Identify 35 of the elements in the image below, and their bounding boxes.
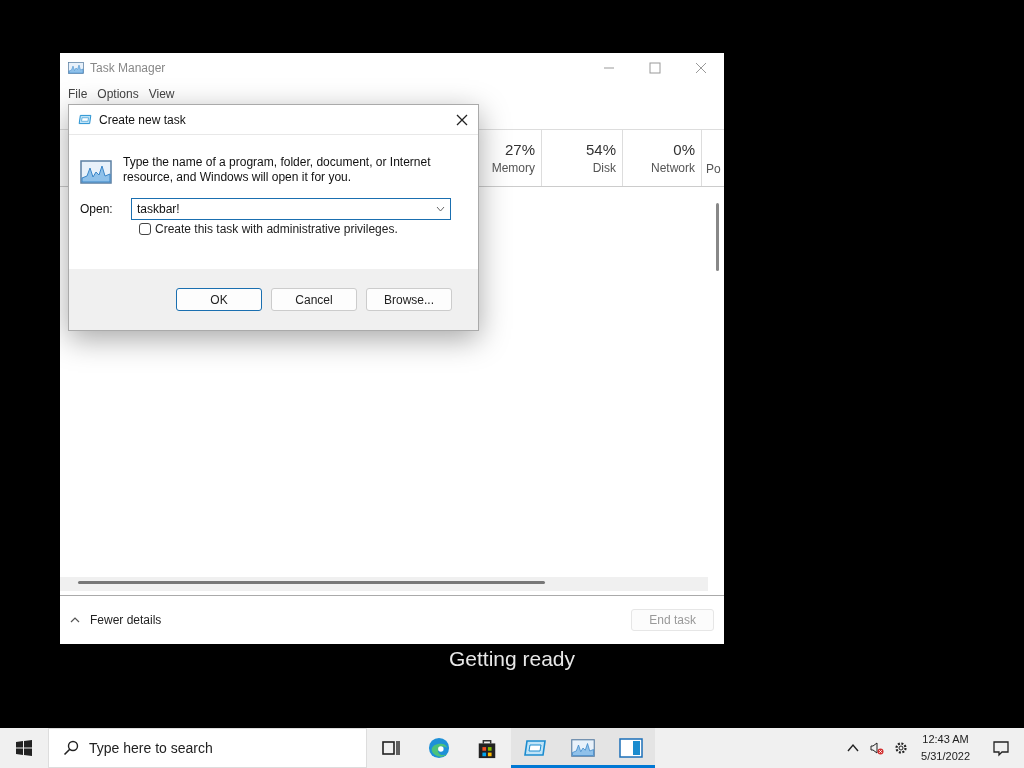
column-header[interactable]: 0% Network: [622, 130, 701, 186]
menu-item[interactable]: Options: [93, 87, 143, 101]
fewer-details-button[interactable]: Fewer details: [70, 613, 162, 627]
gear-icon[interactable]: [894, 741, 909, 755]
menu-item[interactable]: View: [144, 87, 179, 101]
close-icon[interactable]: [455, 112, 469, 127]
open-label: Open:: [80, 202, 114, 216]
search-icon: [63, 740, 79, 756]
status-text: Getting ready: [448, 647, 576, 671]
dialog-title: Create new task: [99, 112, 187, 127]
browser-icon: [427, 737, 451, 759]
dialog-button[interactable]: Browse...: [366, 288, 452, 311]
app-icon: [68, 62, 84, 74]
performance-graph-icon: [571, 737, 595, 759]
notification-icon[interactable]: [992, 739, 1010, 757]
menu-item[interactable]: File: [64, 87, 92, 101]
search-box[interactable]: Type here to search: [48, 728, 367, 768]
open-combo-box[interactable]: taskbar!: [131, 198, 451, 220]
performance-graph-icon: [80, 160, 112, 184]
dialog-button[interactable]: Cancel: [271, 288, 357, 311]
instruction-text: Type the name of a program, folder, document, or Internet resource, and Windows will open it for you.: [123, 155, 432, 185]
vertical-scrollbar[interactable]: [716, 203, 719, 271]
muted-speaker-icon[interactable]: [870, 741, 885, 755]
horizontal-scrollbar[interactable]: [78, 581, 545, 584]
column-header[interactable]: 54% Disk: [541, 130, 622, 186]
chevron-up-icon: [70, 617, 80, 623]
windows-logo-icon[interactable]: [16, 740, 32, 756]
column-header[interactable]: Po: [701, 130, 724, 186]
run-dialog-icon: [523, 737, 547, 759]
clock[interactable]: 12:43 AM 5/31/2022: [913, 731, 978, 765]
run-dialog-icon: [78, 114, 92, 125]
window-title: Task Manager: [90, 61, 167, 75]
dialog-button[interactable]: OK: [176, 288, 262, 311]
admin-checkbox[interactable]: Create this task with administrative privileges.: [139, 222, 398, 236]
window-icon: [619, 737, 643, 759]
